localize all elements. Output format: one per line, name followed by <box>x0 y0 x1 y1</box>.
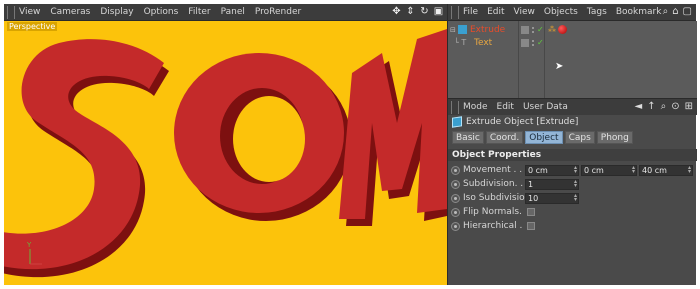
visibility-dots-icon[interactable] <box>531 25 535 34</box>
enabled-check-icon[interactable]: ✓ <box>537 25 544 34</box>
object-name-extrude[interactable]: Extrude <box>470 25 505 35</box>
panel-handle[interactable] <box>7 5 15 19</box>
property-label: Iso Subdivision <box>463 193 525 203</box>
right-panel: File Edit View Objects Tags Bookmark ⌕ ⌂… <box>447 4 697 285</box>
back-arrow-icon[interactable]: ◄ <box>635 102 643 112</box>
zoom-icon[interactable]: ⇕ <box>405 6 416 17</box>
menu-edit[interactable]: Edit <box>487 7 504 17</box>
panel-handle[interactable] <box>451 100 459 114</box>
property-hierarchical: Hierarchical . . . <box>451 220 695 232</box>
iso-subdivision-field[interactable]: 10 ▴ ▾ <box>525 192 579 204</box>
object-flags: ✓ <box>521 38 544 47</box>
menu-view[interactable]: View <box>514 7 535 17</box>
menu-mode[interactable]: Mode <box>463 102 488 112</box>
scene-render <box>4 29 447 278</box>
object-tags: ⁂ <box>548 25 567 34</box>
viewport-nav-icons: ✥ ⇕ ↻ ▣ <box>391 6 444 17</box>
tab-caps[interactable]: Caps <box>564 131 595 144</box>
menu-panel[interactable]: Panel <box>221 7 245 17</box>
property-label: Flip Normals. . . <box>463 207 525 217</box>
menu-edit[interactable]: Edit <box>497 102 514 112</box>
tab-object[interactable]: Object <box>525 131 563 144</box>
property-label: Subdivision. . . . <box>463 179 525 189</box>
viewport-menubar: View Cameras Display Options Filter Pane… <box>4 4 447 21</box>
property-subdivision: Subdivision. . . . 1▴▾ <box>451 178 695 190</box>
attribute-manager-icons: ◄ ↑ ⌕ ⊙ ⊞ <box>635 102 693 112</box>
menu-prorender[interactable]: ProRender <box>255 7 301 17</box>
collapse-icon[interactable]: ⊟ <box>450 26 456 34</box>
movement-x-field[interactable]: 0 cm ▴ ▾ <box>525 164 579 176</box>
axis-y-label: Y <box>27 241 32 249</box>
object-manager-menubar: File Edit View Objects Tags Bookmark ⌕ ⌂… <box>448 4 696 21</box>
layer-icon[interactable] <box>521 25 529 34</box>
movement-y-field[interactable]: 0 cm ▴ ▾ <box>581 164 637 176</box>
animate-radio-icon[interactable] <box>451 221 460 231</box>
object-name-text[interactable]: Text <box>474 38 492 48</box>
move-icon[interactable]: ✥ <box>391 6 402 17</box>
home-icon[interactable]: ⌂ <box>672 7 678 17</box>
mouse-cursor-icon: ➤ <box>555 61 564 72</box>
menu-display[interactable]: Display <box>100 7 133 17</box>
phong-tag-icon[interactable]: ⁂ <box>548 25 556 34</box>
object-flags: ✓ <box>521 25 544 34</box>
attribute-tabs: Basic Coord. Object Caps Phong <box>452 131 633 144</box>
menu-view[interactable]: View <box>19 7 40 17</box>
section-title: Object Properties <box>448 149 697 161</box>
attribute-manager-menubar: Mode Edit User Data ◄ ↑ ⌕ ⊙ ⊞ <box>448 98 697 115</box>
menu-file[interactable]: File <box>463 7 478 17</box>
menu-cameras[interactable]: Cameras <box>50 7 90 17</box>
attribute-manager-title: Extrude Object [Extrude] <box>452 116 579 128</box>
property-iso-subdivision: Iso Subdivision 10 ▴ ▾ <box>451 192 695 204</box>
object-row-text[interactable]: └ T Text ✓ <box>448 36 697 49</box>
menu-user-data[interactable]: User Data <box>523 102 568 112</box>
layer-icon[interactable] <box>521 38 529 47</box>
search-icon[interactable]: ⌕ <box>663 7 669 17</box>
tab-coord[interactable]: Coord. <box>485 131 524 144</box>
menu-bookmarks[interactable]: Bookmark <box>616 7 662 17</box>
property-flip-normals: Flip Normals. . . <box>451 206 695 218</box>
object-row-extrude[interactable]: ⊟ Extrude ✓ ⁂ <box>448 23 697 36</box>
menu-filter[interactable]: Filter <box>188 7 210 17</box>
subdivision-field[interactable]: 1 ▴ ▾ <box>525 178 579 190</box>
menu-objects[interactable]: Objects <box>544 7 578 17</box>
tab-basic[interactable]: Basic <box>452 131 484 144</box>
extrude-object-icon <box>458 25 467 34</box>
tab-phong[interactable]: Phong <box>596 131 633 144</box>
object-manager-icons: ⌕ ⌂ ▢ <box>663 7 692 17</box>
viewport[interactable]: Perspective Y <box>4 21 447 285</box>
letter-o-shape <box>174 53 351 221</box>
enabled-check-icon[interactable]: ✓ <box>537 38 544 47</box>
property-movement: Movement . . . . 0 cm▴▾ 0 cm▴▾ 40 cm▴▾ <box>451 164 695 176</box>
menu-tags[interactable]: Tags <box>587 7 607 17</box>
animate-radio-icon[interactable] <box>451 193 460 203</box>
animate-radio-icon[interactable] <box>451 165 460 175</box>
menu-options[interactable]: Options <box>144 7 179 17</box>
hierarchy-line-icon: └ T <box>454 38 467 47</box>
movement-z-field[interactable]: 40 cm ▴ ▾ <box>639 164 693 176</box>
rotate-icon[interactable]: ↻ <box>419 6 430 17</box>
letter-m-shape <box>339 29 447 226</box>
up-arrow-icon[interactable]: ↑ <box>647 102 655 112</box>
animate-radio-icon[interactable] <box>451 179 460 189</box>
object-title: Extrude Object [Extrude] <box>466 117 579 127</box>
viewport-camera-label[interactable]: Perspective <box>7 22 58 31</box>
flip-normals-checkbox[interactable] <box>527 208 535 216</box>
new-panel-icon[interactable]: ⊞ <box>685 102 693 112</box>
panel-handle[interactable] <box>451 5 459 19</box>
material-tag-icon[interactable] <box>558 25 567 34</box>
hierarchical-checkbox[interactable] <box>527 222 535 230</box>
extrude-object-icon <box>452 116 462 128</box>
visibility-dots-icon[interactable] <box>531 38 535 47</box>
lock-icon[interactable]: ⊙ <box>671 102 679 112</box>
maximize-icon[interactable]: ▣ <box>433 6 444 17</box>
panel-icon[interactable]: ▢ <box>683 7 692 17</box>
search-icon[interactable]: ⌕ <box>661 102 667 112</box>
animate-radio-icon[interactable] <box>451 207 460 217</box>
property-label: Hierarchical . . . <box>463 221 525 231</box>
object-list[interactable]: ⊟ Extrude ✓ ⁂ └ T Text ✓ ➤ <box>448 21 697 98</box>
property-label: Movement . . . . <box>463 165 525 175</box>
